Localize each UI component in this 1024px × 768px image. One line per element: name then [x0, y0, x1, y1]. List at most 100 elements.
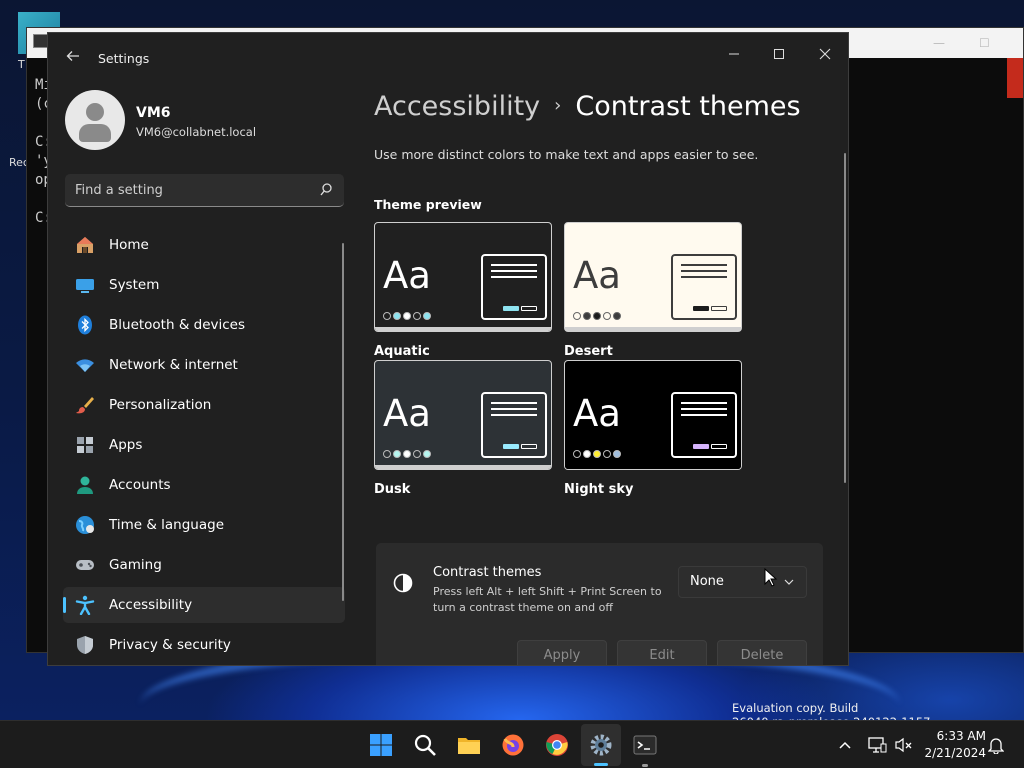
theme-color-dot: [403, 312, 411, 320]
globe-icon: [76, 516, 94, 534]
sidebar-item-personalization[interactable]: Personalization: [63, 387, 345, 423]
maximize-icon: [774, 49, 784, 59]
theme-color-dot: [613, 312, 621, 320]
search-input[interactable]: Find a setting: [65, 174, 344, 207]
theme-card-desert[interactable]: Aa: [564, 222, 742, 332]
settings-window[interactable]: Settings VM6 VM6@collabnet.local Find a …: [47, 32, 849, 666]
mouse-cursor-icon: [764, 568, 778, 587]
chevron-up-icon[interactable]: [838, 738, 852, 752]
theme-color-dot: [423, 450, 431, 458]
taskbar-search-icon[interactable]: [413, 733, 437, 757]
minimize-button[interactable]: [711, 41, 757, 73]
contrast-theme-select[interactable]: None: [678, 566, 807, 598]
volume-muted-icon[interactable]: [894, 735, 914, 755]
selection-indicator: [63, 597, 66, 613]
theme-card-footer: [375, 465, 551, 469]
contrast-themes-card: Contrast themes Press left Alt + left Sh…: [376, 543, 823, 665]
sidebar-item-label: Gaming: [109, 557, 162, 573]
sidebar-item-home[interactable]: Home: [63, 227, 345, 263]
sidebar-item-accounts[interactable]: Accounts: [63, 467, 345, 503]
theme-preview-button-outline: [711, 444, 727, 449]
sidebar-item-label: Accessibility: [109, 597, 193, 613]
edit-button[interactable]: Edit: [617, 640, 707, 665]
avatar[interactable]: [65, 90, 125, 150]
theme-card-footer: [565, 327, 741, 331]
sidebar-item-time-language[interactable]: Time & language: [63, 507, 345, 543]
settings-gear-icon[interactable]: [589, 733, 613, 757]
theme-color-dot: [383, 450, 391, 458]
sidebar-nav: Home System Bluetooth & devices Network …: [63, 227, 345, 665]
theme-card-night-sky[interactable]: Aa: [564, 360, 742, 470]
sidebar-item-bluetooth[interactable]: Bluetooth & devices: [63, 307, 345, 343]
close-button[interactable]: [802, 41, 848, 73]
terminal-close-button[interactable]: [1007, 58, 1023, 98]
theme-color-dot: [593, 450, 601, 458]
theme-color-dot: [403, 450, 411, 458]
sidebar-scrollbar[interactable]: [342, 243, 344, 601]
profile-name: VM6: [136, 105, 171, 121]
system-icon: [76, 279, 94, 293]
theme-preview-button: [693, 444, 709, 449]
theme-preview-line: [491, 408, 537, 410]
clock-time[interactable]: 6:33 AM: [924, 729, 986, 743]
sidebar-item-label: Personalization: [109, 397, 212, 413]
theme-name: Dusk: [374, 482, 411, 497]
theme-preview-button: [693, 306, 709, 311]
theme-color-dot: [573, 450, 581, 458]
theme-window-preview: [671, 254, 737, 320]
apply-button[interactable]: Apply: [517, 640, 607, 665]
theme-preview-line: [491, 402, 537, 404]
sidebar-item-gaming[interactable]: Gaming: [63, 547, 345, 583]
search-icon[interactable]: [320, 183, 332, 197]
profile-email: VM6@collabnet.local: [136, 125, 257, 139]
terminal-maximize-icon[interactable]: ☐: [979, 36, 990, 50]
theme-color-swatches: [383, 443, 433, 458]
theme-color-dot: [393, 312, 401, 320]
terminal-minimize-icon[interactable]: —: [933, 36, 945, 50]
sidebar-item-privacy[interactable]: Privacy & security: [63, 627, 345, 663]
running-app-indicator: [642, 764, 648, 767]
firefox-icon[interactable]: [501, 733, 525, 757]
wifi-icon: [76, 359, 94, 372]
network-icon[interactable]: [867, 735, 887, 755]
clock-date[interactable]: 2/21/2024: [924, 746, 986, 760]
gamepad-icon: [76, 560, 94, 570]
contrast-themes-description: Press left Alt + left Shift + Print Scre…: [433, 585, 662, 614]
theme-color-dot: [603, 450, 611, 458]
close-icon: [819, 48, 831, 60]
notification-bell-icon[interactable]: [988, 736, 1004, 754]
active-app-indicator: [594, 763, 608, 766]
theme-color-dot: [583, 312, 591, 320]
sidebar-item-system[interactable]: System: [63, 267, 345, 303]
theme-name: Night sky: [564, 482, 634, 497]
page-description: Use more distinct colors to make text an…: [374, 147, 759, 162]
theme-preview-line: [491, 276, 537, 278]
theme-card-dusk[interactable]: Aa: [374, 360, 552, 470]
main-scrollbar[interactable]: [844, 153, 846, 483]
start-icon[interactable]: [369, 733, 393, 757]
settings-titlebar[interactable]: Settings: [48, 33, 848, 83]
file-explorer-icon[interactable]: [457, 733, 481, 757]
app-title: Settings: [98, 51, 150, 66]
breadcrumb-parent[interactable]: Accessibility: [374, 91, 540, 122]
maximize-button[interactable]: [756, 41, 802, 73]
chevron-down-icon: [784, 579, 794, 585]
theme-card-aquatic[interactable]: Aa: [374, 222, 552, 332]
back-button[interactable]: [63, 48, 83, 68]
theme-window-preview: [481, 392, 547, 458]
page-title: Contrast themes: [575, 91, 801, 122]
terminal-icon[interactable]: [633, 733, 657, 757]
back-arrow-icon: [66, 51, 79, 61]
theme-preview-line: [491, 264, 537, 266]
sidebar-item-accessibility[interactable]: Accessibility: [63, 587, 345, 623]
sidebar-item-network[interactable]: Network & internet: [63, 347, 345, 383]
search-placeholder: Find a setting: [75, 183, 163, 198]
taskbar: 6:33 AM 2/21/2024: [0, 720, 1024, 768]
theme-color-dot: [413, 450, 421, 458]
sidebar-item-apps[interactable]: Apps: [63, 427, 345, 463]
sidebar-item-label: Network & internet: [109, 357, 238, 373]
theme-sample-text: Aa: [383, 392, 431, 435]
chrome-icon[interactable]: [545, 733, 569, 757]
delete-button[interactable]: Delete: [717, 640, 807, 665]
theme-preview-line: [491, 414, 537, 416]
